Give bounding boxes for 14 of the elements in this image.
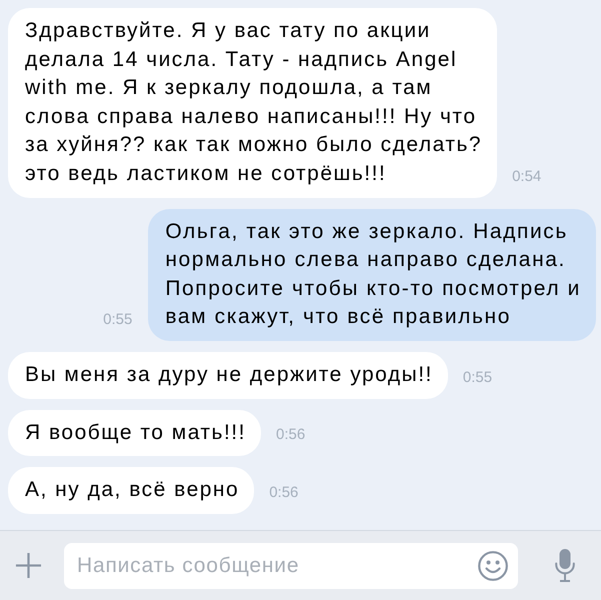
incoming-message-bubble: Вы меня за дуру не держите уроды!! xyxy=(8,352,448,399)
outgoing-message-bubble: Ольга, так это же зеркало. Надпись нормально слева направо сделана. Попросите чтобы кто-то посмотрел и вам скажут, что всё правильно xyxy=(148,208,596,341)
incoming-message-bubble: Я вообще то мать!!! xyxy=(8,410,261,456)
message-time: 0:55 xyxy=(103,310,132,329)
microphone-icon[interactable] xyxy=(555,549,575,582)
smiley-icon[interactable] xyxy=(478,550,508,580)
incoming-message-bubble: Здравствуйте. Я у вас тату по акции делала 14 числа. Тату - надпись Angel with me. Я к зеркалу подошла, а там слова справа налево написаны!!! Ну что за хуйня?? как так можно было сделать? это ведь ластиком не сотрёшь!!! xyxy=(8,8,498,198)
plus-icon[interactable] xyxy=(15,552,42,579)
message-time: 0:56 xyxy=(269,484,298,502)
message-time: 0:54 xyxy=(512,168,542,186)
message-time: 0:55 xyxy=(462,368,492,387)
message-time: 0:56 xyxy=(276,426,306,444)
message-input-field[interactable]: Написать сообщение xyxy=(64,542,518,588)
incoming-message-bubble: А, ну да, всё верно xyxy=(8,467,254,514)
